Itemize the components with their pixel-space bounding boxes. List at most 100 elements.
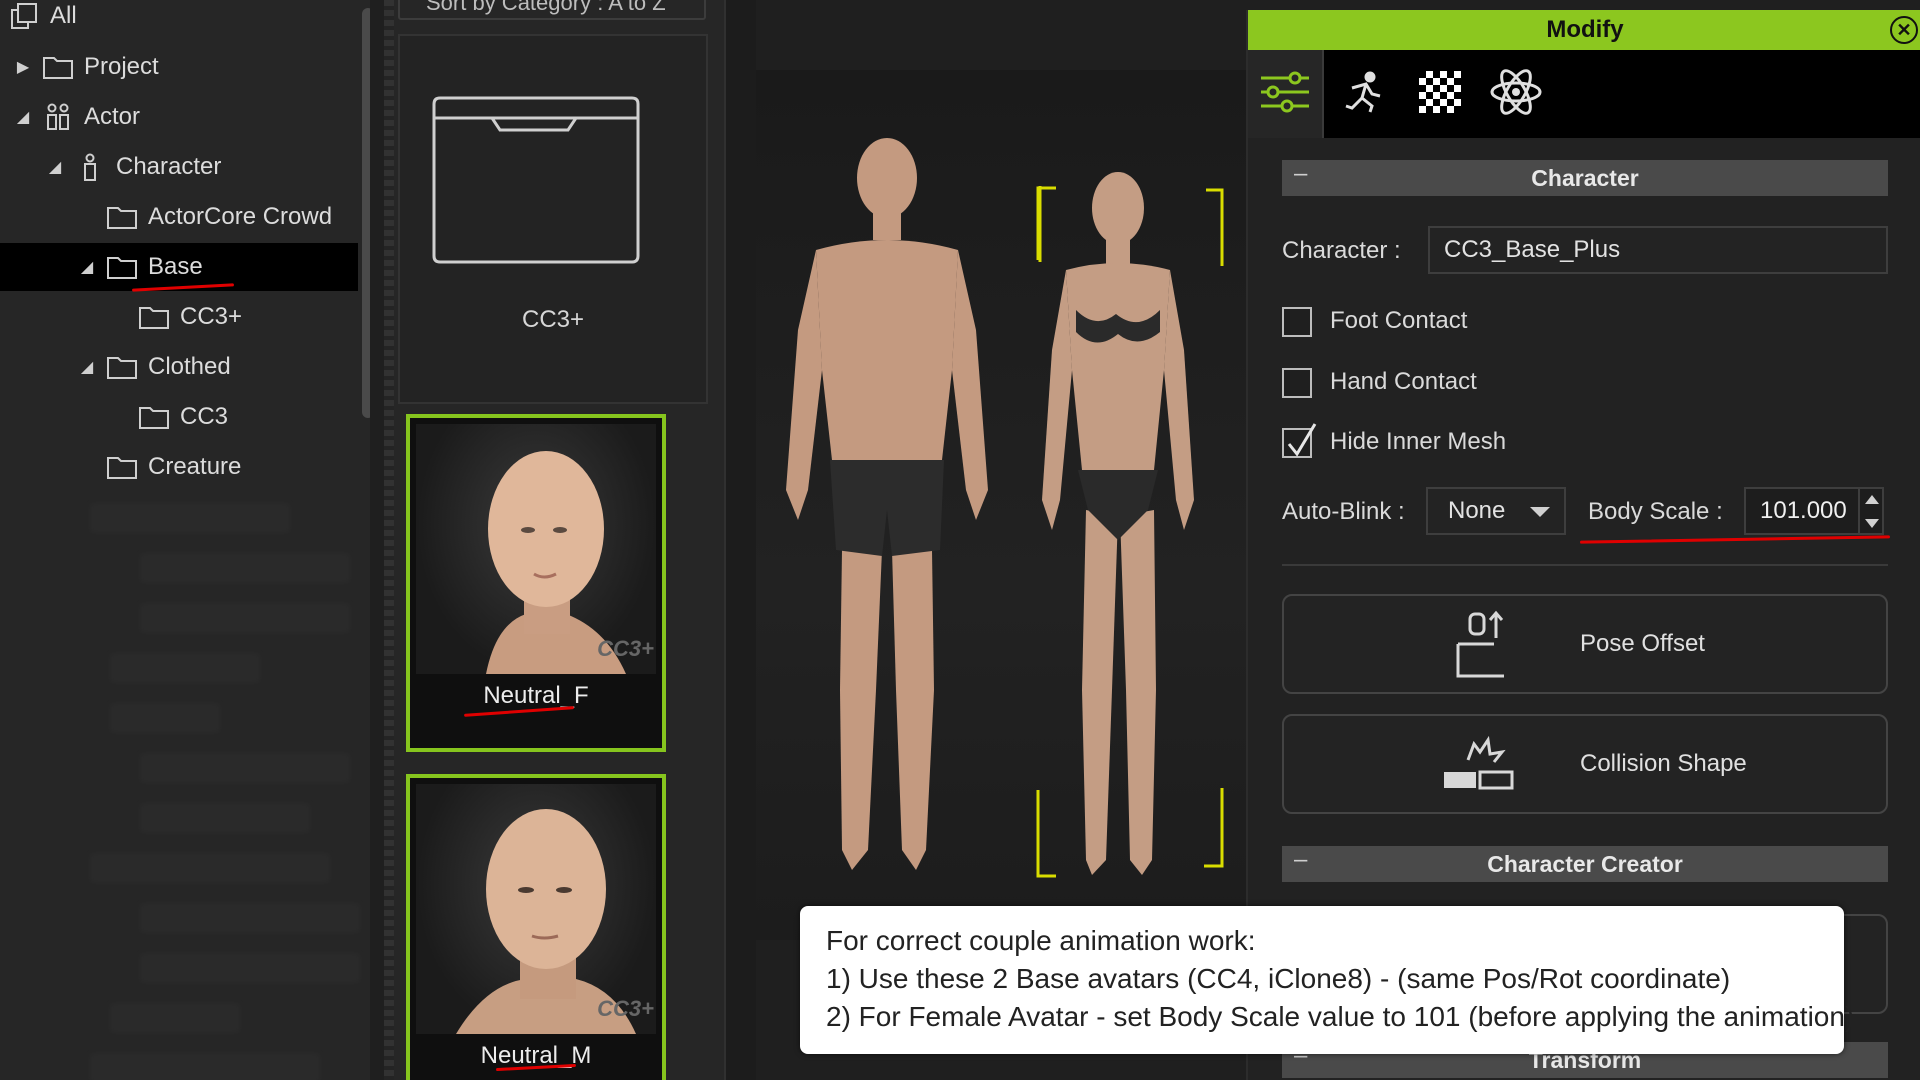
character-label: Character :: [1282, 237, 1401, 264]
3d-viewport[interactable]: [756, 70, 1248, 940]
collapse-arrow-icon[interactable]: ◢: [44, 156, 66, 178]
tree-item-label: CC3: [180, 403, 229, 430]
tree-scrollbar[interactable]: [362, 8, 370, 418]
sort-label: Sort by Category : A to Z: [426, 0, 666, 15]
viewport-scene: [786, 138, 1224, 878]
avatar-card-neutral-f[interactable]: CC3+ Neutral_F: [406, 414, 666, 752]
hand-contact-checkbox[interactable]: [1282, 368, 1312, 398]
sliders-icon: [1259, 70, 1311, 119]
motion-icon: [1342, 70, 1386, 119]
tree-item-label: CC3+: [180, 303, 243, 330]
collapse-arrow-icon[interactable]: ◢: [12, 106, 34, 128]
collapse-arrow-icon[interactable]: ◢: [76, 256, 98, 278]
tree-item-label: Clothed: [148, 353, 231, 380]
blurred-tree-item: [90, 503, 290, 533]
blurred-tree-item: [140, 553, 350, 583]
tree-item-label: Project: [84, 53, 159, 80]
auto-blink-label: Auto-Blink :: [1282, 498, 1405, 525]
body-scale-spinner[interactable]: 101.000: [1744, 487, 1884, 535]
tab-material[interactable]: [1402, 50, 1478, 138]
decrement-icon[interactable]: [1865, 518, 1879, 528]
panel-splitter[interactable]: [724, 0, 756, 1080]
tab-motion[interactable]: [1326, 50, 1402, 138]
blurred-tree-item: [110, 1003, 240, 1033]
blurred-tree-item: [140, 753, 350, 783]
spin-arrows[interactable]: [1858, 487, 1884, 535]
panel-title: Modify: [1546, 16, 1624, 43]
auto-blink-value: None: [1448, 497, 1506, 524]
tab-attributes[interactable]: [1248, 50, 1324, 138]
expand-arrow-icon[interactable]: ▶: [12, 56, 34, 78]
tree-item-label: Actor: [84, 103, 141, 130]
category-tree: All ▶ Project ◢ Actor ◢ Character ActorC…: [0, 0, 370, 1080]
blurred-tree-item: [90, 1053, 320, 1080]
collapse-icon[interactable]: –: [1294, 160, 1307, 188]
tree-item-label: Character: [116, 153, 222, 180]
checker-icon: [1418, 70, 1462, 119]
blurred-tree-item: [140, 953, 360, 983]
collision-shape-icon: [1440, 730, 1520, 802]
character-name-field[interactable]: CC3_Base_Plus: [1428, 226, 1888, 274]
tree-item-all[interactable]: All: [0, 0, 358, 40]
tree-item-label: All: [50, 2, 77, 29]
panel-splitter[interactable]: [384, 0, 394, 1080]
foot-contact-checkbox[interactable]: [1282, 307, 1312, 337]
actor-icon: [42, 103, 74, 130]
folder-icon: [106, 204, 138, 230]
close-icon[interactable]: ✕: [1890, 16, 1918, 44]
foot-contact-label: Foot Contact: [1330, 307, 1468, 334]
tree-item-cc3plus[interactable]: CC3+: [108, 293, 370, 341]
character-name-value: CC3_Base_Plus: [1444, 236, 1621, 263]
chevron-down-icon: [1530, 507, 1550, 517]
all-icon: [8, 3, 40, 29]
character-section-header[interactable]: – Character: [1282, 160, 1888, 196]
avatar-card-neutral-m[interactable]: CC3+ Neutral_M: [406, 774, 666, 1080]
pose-offset-button[interactable]: Pose Offset: [1282, 594, 1888, 694]
collision-shape-button[interactable]: Collision Shape: [1282, 714, 1888, 814]
tree-item-character[interactable]: ◢ Character: [44, 143, 370, 191]
folder-icon: [106, 354, 138, 380]
annotation-underline: [1579, 535, 1891, 544]
blurred-tree-item: [140, 803, 310, 833]
tree-item-actor[interactable]: ◢ Actor: [12, 93, 370, 141]
tab-physics[interactable]: [1478, 50, 1554, 138]
folder-card-cc3plus[interactable]: [398, 34, 708, 404]
tree-item-base[interactable]: ◢ Base: [0, 243, 358, 291]
blurred-tree-item: [140, 903, 360, 933]
divider: [1282, 564, 1888, 566]
folder-icon: [106, 454, 138, 480]
male-shorts: [830, 460, 944, 556]
large-folder-icon: [428, 96, 644, 273]
character-creator-section-header[interactable]: – Character Creator: [1282, 846, 1888, 882]
hide-inner-mesh-checkbox[interactable]: [1282, 423, 1317, 458]
tree-item-actorcore-crowd[interactable]: ActorCore Crowd: [76, 193, 370, 241]
note-line-1: For correct couple animation work:: [826, 925, 1256, 956]
collision-shape-label: Collision Shape: [1580, 750, 1747, 777]
tree-item-creature[interactable]: Creature: [76, 443, 370, 491]
collapse-icon[interactable]: –: [1294, 846, 1307, 874]
tree-item-label: Base: [148, 253, 203, 280]
increment-icon[interactable]: [1865, 494, 1879, 504]
collapse-arrow-icon[interactable]: ◢: [76, 356, 98, 378]
auto-blink-dropdown[interactable]: None: [1426, 487, 1566, 535]
pose-offset-icon: [1444, 610, 1524, 682]
tree-item-label: ActorCore Crowd: [148, 203, 333, 230]
hand-contact-label: Hand Contact: [1330, 368, 1477, 395]
tree-item-project[interactable]: ▶ Project: [12, 43, 370, 91]
body-scale-value: 101.000: [1760, 497, 1847, 524]
character-icon: [74, 153, 106, 181]
blurred-tree-item: [90, 853, 330, 883]
note-line-2: 1) Use these 2 Base avatars (CC4, iClone…: [826, 963, 1731, 994]
tree-item-clothed[interactable]: ◢ Clothed: [76, 343, 370, 391]
folder-icon: [138, 304, 170, 330]
cc3plus-badge: CC3+: [597, 636, 654, 661]
note-line-3: 2) For Female Avatar - set Body Scale va…: [826, 1001, 1855, 1032]
blurred-tree-item: [110, 703, 220, 733]
cc3plus-badge: CC3+: [597, 996, 654, 1021]
tree-item-label: Creature: [148, 453, 242, 480]
sort-dropdown[interactable]: Sort by Category : A to Z: [398, 0, 706, 20]
tree-item-cc3[interactable]: CC3: [108, 393, 370, 441]
blurred-tree-item: [140, 603, 350, 633]
